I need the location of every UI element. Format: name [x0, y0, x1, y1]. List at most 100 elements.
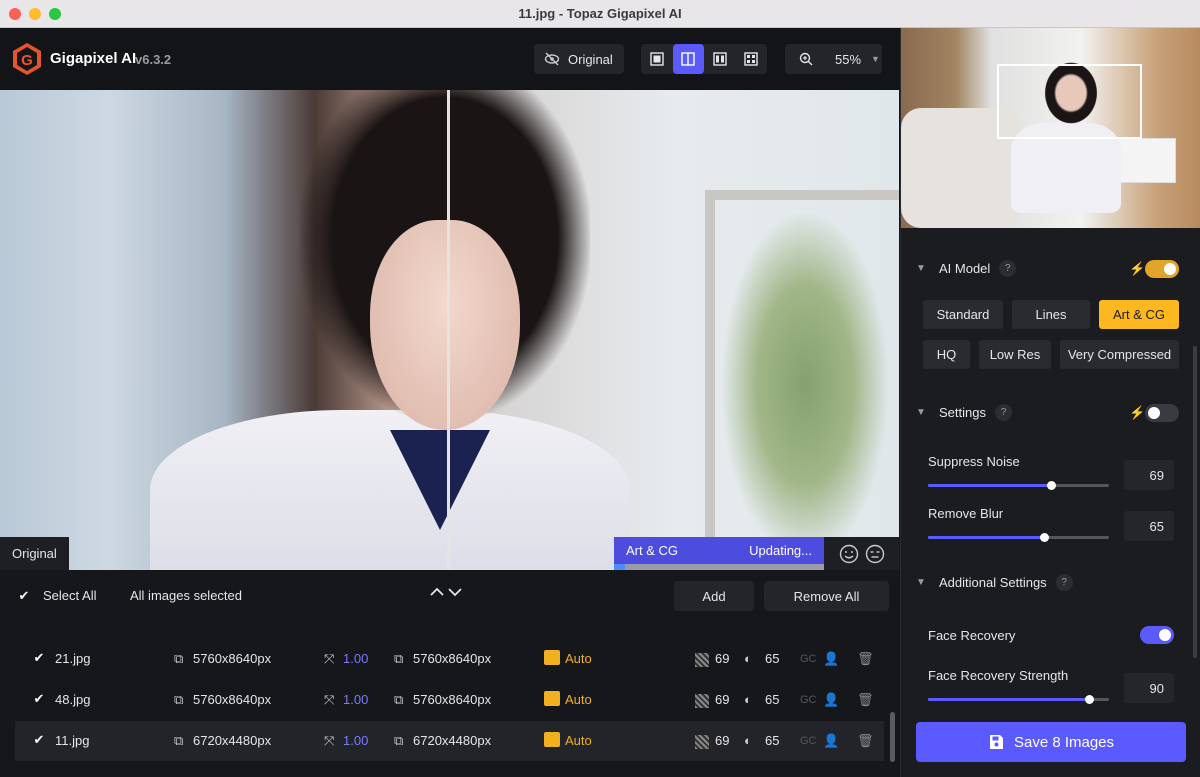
- face-recovery-icon[interactable]: 👤: [823, 733, 839, 749]
- noise-icon: [695, 735, 709, 749]
- row-checkbox[interactable]: ✔: [32, 651, 46, 665]
- noise-icon: [695, 653, 709, 667]
- slider-knob[interactable]: [1040, 533, 1049, 542]
- suppress-noise-slider[interactable]: [928, 481, 1109, 490]
- row-checkbox[interactable]: ✔: [32, 733, 46, 747]
- model-low-res-button[interactable]: Low Res: [979, 340, 1051, 369]
- model-value[interactable]: Auto: [565, 692, 592, 707]
- trash-icon[interactable]: 🗑: [857, 692, 874, 708]
- model-art-cg-button[interactable]: Art & CG: [1099, 300, 1179, 329]
- settings-auto-toggle[interactable]: [1145, 404, 1179, 422]
- face-recovery-strength-input[interactable]: 90: [1124, 673, 1174, 703]
- model-lines-button[interactable]: Lines: [1012, 300, 1090, 329]
- file-row[interactable]: ✔ 21.jpg ⧉ 5760x8640px ⤧ 1.00 ⧉ 5760x864…: [15, 639, 884, 679]
- help-icon[interactable]: ?: [1055, 574, 1073, 591]
- file-row-selected[interactable]: ✔ 11.jpg ⧉ 6720x4480px ⤧ 1.00 ⧉ 6720x448…: [15, 721, 884, 761]
- smile-face-icon[interactable]: [839, 544, 859, 564]
- remove-all-button[interactable]: Remove All: [764, 581, 889, 611]
- save-icon: [989, 735, 1003, 749]
- gamma-correction-label[interactable]: GC: [800, 653, 817, 665]
- output-size-icon: ⧉: [394, 651, 404, 666]
- single-view-icon: [650, 52, 664, 66]
- photo-shirt: [150, 410, 630, 570]
- help-icon[interactable]: ?: [994, 404, 1012, 421]
- trash-icon[interactable]: 🗑: [857, 733, 874, 749]
- model-hq-button[interactable]: HQ: [923, 340, 970, 369]
- remove-blur-slider[interactable]: [928, 533, 1109, 542]
- app-name: Gigapixel AI: [50, 50, 137, 67]
- output-size: 6720x4480px: [413, 733, 492, 748]
- output-size: 5760x8640px: [413, 692, 492, 707]
- select-all-checkbox[interactable]: ✔: [17, 589, 31, 603]
- gamma-correction-label[interactable]: GC: [800, 694, 817, 706]
- ai-model-auto-toggle[interactable]: [1145, 260, 1179, 278]
- image-preview[interactable]: Original Art & CG Updating...: [0, 90, 899, 570]
- noise-value: 69: [715, 651, 730, 666]
- trash-icon[interactable]: 🗑: [857, 651, 874, 667]
- face-recovery-icon[interactable]: 👤: [823, 692, 839, 708]
- add-images-button[interactable]: Add: [674, 581, 754, 611]
- scale-value[interactable]: 1.00: [343, 733, 368, 748]
- chevron-down-icon: ▼: [916, 263, 926, 274]
- noise-value: 69: [715, 733, 730, 748]
- select-all-label[interactable]: Select All: [43, 588, 96, 603]
- chevron-down-icon: ▼: [916, 407, 926, 418]
- input-size: 5760x8640px: [193, 692, 272, 707]
- slider-knob[interactable]: [1047, 481, 1056, 490]
- file-row[interactable]: ✔ 48.jpg ⧉ 5760x8640px ⤧ 1.00 ⧉ 5760x864…: [15, 680, 884, 720]
- eye-off-icon: [544, 52, 560, 66]
- model-value[interactable]: Auto: [565, 651, 592, 666]
- input-size: 5760x8640px: [193, 651, 272, 666]
- model-standard-button[interactable]: Standard: [923, 300, 1003, 329]
- navigator-viewport-rect[interactable]: [997, 64, 1142, 139]
- show-original-button[interactable]: Original: [534, 44, 624, 74]
- split-divider-handle[interactable]: [447, 90, 450, 570]
- additional-settings-title: Additional Settings: [939, 575, 1047, 590]
- face-recovery-label: Face Recovery: [928, 628, 1016, 643]
- scale-value[interactable]: 1.00: [343, 692, 368, 707]
- bolt-icon: ⚡: [1129, 261, 1146, 276]
- ai-model-title: AI Model: [939, 261, 991, 276]
- original-side-label: Original: [0, 537, 69, 570]
- neutral-face-icon[interactable]: [865, 544, 885, 564]
- blur-icon: ◐: [744, 692, 752, 707]
- additional-settings-header[interactable]: ▼ Additional Settings ?: [916, 574, 1073, 591]
- plant-leaves: [720, 210, 890, 560]
- slider-knob[interactable]: [1085, 695, 1094, 704]
- file-name: 48.jpg: [55, 692, 91, 707]
- settings-header[interactable]: ▼ Settings ?: [916, 404, 1012, 421]
- face-recovery-strength-slider[interactable]: [928, 695, 1109, 704]
- remove-blur-input[interactable]: 65: [1124, 511, 1174, 541]
- bolt-icon: ⚡: [1129, 405, 1146, 420]
- suppress-noise-input[interactable]: 69: [1124, 460, 1174, 490]
- zoom-control[interactable]: 55% ▼: [785, 44, 882, 74]
- grid-view-button[interactable]: [736, 44, 768, 74]
- face-recovery-toggle[interactable]: [1140, 626, 1174, 644]
- save-images-button[interactable]: Save 8 Images: [916, 722, 1186, 762]
- model-very-compressed-button[interactable]: Very Compressed: [1060, 340, 1179, 369]
- side-by-side-view-button[interactable]: [704, 44, 736, 74]
- model-image-icon: [544, 691, 560, 706]
- chevron-down-icon: ▼: [871, 54, 880, 64]
- noise-value: 69: [715, 692, 730, 707]
- split-view-button[interactable]: [672, 44, 704, 74]
- selection-status: All images selected: [130, 588, 242, 603]
- scale-value[interactable]: 1.00: [343, 651, 368, 666]
- navigator-thumbnail[interactable]: [901, 28, 1200, 228]
- gamma-correction-label[interactable]: GC: [800, 735, 817, 747]
- slider-fill: [928, 536, 1045, 539]
- face-recovery-icon[interactable]: 👤: [823, 651, 839, 667]
- row-checkbox[interactable]: ✔: [32, 692, 46, 706]
- output-size: 5760x8640px: [413, 651, 492, 666]
- svg-text:G: G: [21, 52, 33, 69]
- collapse-list-toggle[interactable]: [430, 584, 463, 602]
- file-list-scrollbar[interactable]: [890, 712, 895, 762]
- help-icon[interactable]: ?: [999, 260, 1017, 277]
- single-view-button[interactable]: [641, 44, 673, 74]
- toggle-knob: [1159, 629, 1171, 641]
- model-value[interactable]: Auto: [565, 733, 592, 748]
- ai-model-header[interactable]: ▼ AI Model ?: [916, 260, 1017, 277]
- settings-scrollbar[interactable]: [1193, 346, 1197, 658]
- input-size: 6720x4480px: [193, 733, 272, 748]
- settings-panel: ▼ AI Model ? ⚡ Standard Lines Art & CG H…: [900, 28, 1200, 777]
